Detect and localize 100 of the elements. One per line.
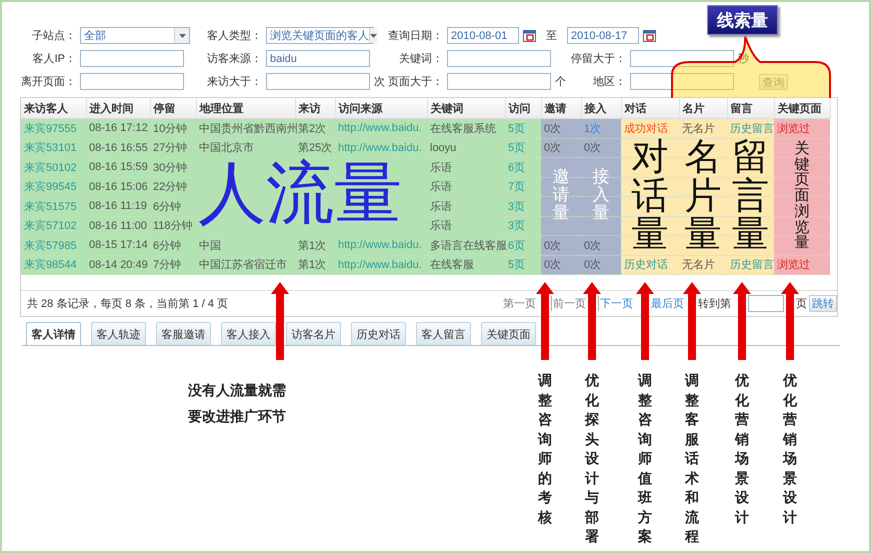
table-cell: 118分钟 xyxy=(150,216,196,236)
table-cell: 08-16 17:12 xyxy=(86,118,150,138)
record-summary: 共 28 条记录，每页 8 条，当前第 1 / 4 页 xyxy=(27,297,228,311)
table-cell: 中国 xyxy=(196,236,295,255)
tab[interactable]: 客人接入 xyxy=(221,322,276,345)
table-cell: 0次 xyxy=(581,255,621,274)
table-link[interactable]: 来宾57985 xyxy=(21,236,86,255)
field-label: 客人类型： xyxy=(207,28,263,43)
table-link[interactable]: 3页 xyxy=(505,196,541,216)
table-cell: 0次 xyxy=(541,138,581,158)
table-link[interactable]: 3页 xyxy=(505,216,541,236)
table-link[interactable]: 来宾98544 xyxy=(21,255,86,274)
callout-label: 线索量 xyxy=(707,5,778,35)
table-cell: 乐语 xyxy=(427,196,505,216)
input-field[interactable] xyxy=(447,50,551,67)
table-link[interactable]: 来宾57102 xyxy=(21,216,86,236)
caret-icon xyxy=(370,34,377,38)
column-header: 停留 xyxy=(150,98,196,118)
overlay-label: 关键页面浏览量 xyxy=(794,140,810,252)
input-field[interactable] xyxy=(447,73,551,90)
tab[interactable]: 客人详情 xyxy=(26,322,81,345)
field-label: 子站点： xyxy=(32,28,77,43)
table-link[interactable]: http://www.baidu. xyxy=(335,118,427,138)
tab[interactable]: 客人轨迹 xyxy=(91,322,146,345)
table-link[interactable]: http://www.baidu. xyxy=(335,255,427,274)
column-header: 邀请 xyxy=(541,98,581,118)
table-cell: 第1次 xyxy=(295,236,335,255)
input-field[interactable] xyxy=(630,50,734,67)
field-label: 查询日期： xyxy=(388,29,444,43)
table-link[interactable]: 5页 xyxy=(505,138,541,158)
input-field[interactable] xyxy=(80,73,184,90)
input-field[interactable]: baidu xyxy=(266,50,370,67)
table-cell: 在线客服系统 xyxy=(427,118,505,138)
table-link[interactable]: 7页 xyxy=(505,177,541,196)
column-header: 进入时间 xyxy=(86,98,150,118)
dropdown[interactable]: 浏览关键页面的客人 xyxy=(266,27,374,44)
calendar-icon[interactable] xyxy=(643,29,656,42)
table-link[interactable]: 6页 xyxy=(505,158,541,177)
column-header: 来访 xyxy=(295,98,335,118)
table-link[interactable]: 历史对话 xyxy=(621,255,679,274)
table-link[interactable]: 来宾51575 xyxy=(21,196,86,216)
table-cell: 22分钟 xyxy=(150,177,196,196)
tab[interactable]: 客服邀请 xyxy=(156,322,211,345)
column-header: 名片 xyxy=(679,98,727,118)
calendar-icon[interactable] xyxy=(523,29,536,42)
table-cell: 无名片 xyxy=(679,118,727,138)
table-link[interactable]: 5页 xyxy=(505,255,541,274)
page-link[interactable]: 最后页 xyxy=(651,296,685,311)
tab[interactable]: 访客名片 xyxy=(286,322,341,345)
field-label: 页面大于： xyxy=(388,75,444,89)
goto-button[interactable]: 跳转 xyxy=(809,295,837,312)
table-link[interactable]: 来宾50102 xyxy=(21,158,86,177)
date-field[interactable]: 2010-08-17 xyxy=(567,27,639,44)
dropdown[interactable]: 全部 xyxy=(80,27,190,44)
table-link[interactable]: 来宾53101 xyxy=(21,138,86,158)
overlay-label: 名片量 xyxy=(684,138,722,254)
search-button[interactable]: 查询 xyxy=(759,74,788,90)
unit-label: 次 xyxy=(374,75,385,89)
input-field[interactable] xyxy=(266,73,370,90)
goto-label: 转到第 xyxy=(698,297,732,311)
table-cell: 0次 xyxy=(541,118,581,138)
tab[interactable]: 客人留言 xyxy=(416,322,471,345)
table-link[interactable]: 5页 xyxy=(505,118,541,138)
table-link[interactable]: 来宾97555 xyxy=(21,118,86,138)
table-cell: 30分钟 xyxy=(150,158,196,177)
table-link[interactable]: http://www.baidu. xyxy=(335,138,427,158)
page-input[interactable] xyxy=(748,295,784,312)
table-cell: 6分钟 xyxy=(150,236,196,255)
range-separator: 至 xyxy=(546,29,557,43)
table-link[interactable]: 来宾99545 xyxy=(21,177,86,196)
input-field[interactable] xyxy=(630,73,734,90)
overlay-label: 邀请量 xyxy=(552,169,570,223)
table-cell: 0次 xyxy=(541,255,581,274)
table-cell: 乐语 xyxy=(427,158,505,177)
table-link[interactable]: 6页 xyxy=(505,236,541,255)
field-label: 离开页面： xyxy=(21,74,77,89)
field-label: 停留大于： xyxy=(571,52,627,66)
table-link[interactable]: 历史留言 xyxy=(727,118,774,138)
input-field[interactable] xyxy=(80,50,184,67)
advice-note: 调整客服话术和流程 xyxy=(685,372,699,547)
table-link[interactable]: 历史留言 xyxy=(727,255,774,274)
table-cell: 中国贵州省黔西南州 xyxy=(196,118,295,138)
tab[interactable]: 历史对话 xyxy=(351,322,406,345)
column-header: 来访客人 xyxy=(21,98,86,118)
column-header: 访问 xyxy=(505,98,541,118)
field-label: 访客来源： xyxy=(207,52,263,66)
table-cell: looyu xyxy=(427,138,505,158)
field-label: 来访大于： xyxy=(207,74,263,89)
caret-icon xyxy=(178,34,186,38)
page-link[interactable]: 下一页 xyxy=(598,296,633,311)
table-link[interactable]: http://www.baidu. xyxy=(335,236,427,255)
table-link[interactable]: 成功对话 xyxy=(621,118,679,138)
field-label: 关键词： xyxy=(399,52,444,66)
date-field[interactable]: 2010-08-01 xyxy=(447,27,519,44)
table-cell: 乐语 xyxy=(427,177,505,196)
column-header: 关键词 xyxy=(427,98,505,118)
table-cell: 0次 xyxy=(581,138,621,158)
table-cell: 浏览过 xyxy=(774,255,830,274)
tab[interactable]: 关键页面 xyxy=(481,322,536,345)
table-cell: 0次 xyxy=(541,236,581,255)
